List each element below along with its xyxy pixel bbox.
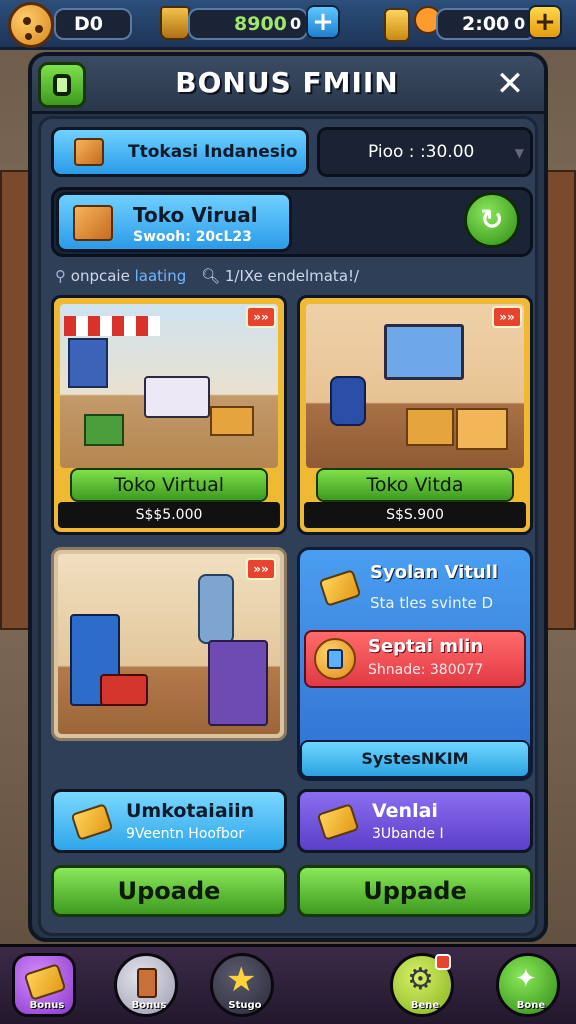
link-icon: ⚲: [55, 267, 66, 285]
door-icon: [137, 968, 157, 998]
nav-home-label: Bone: [516, 1000, 546, 1011]
upgrade-button-left[interactable]: Upoade: [51, 865, 287, 917]
plus-icon: +: [534, 7, 556, 37]
coins-value: 8900: [234, 13, 287, 35]
search-icon: 🔍︎: [201, 267, 221, 285]
nav-stugo-label: Stugo: [228, 1000, 262, 1011]
menu-icon: [53, 74, 71, 96]
refresh-icon: ↻: [480, 203, 504, 236]
shop-card-2[interactable]: »» Toko Vitda S$S.900: [297, 295, 533, 535]
timer-chip: Pioo : :30.00 ▼: [317, 127, 533, 177]
nav-settings[interactable]: ⚙ Bene: [390, 953, 454, 1017]
side-item1-sub: Sta tles svinte D: [370, 594, 494, 612]
nav-home[interactable]: ✦ Bone: [496, 953, 560, 1017]
products-illustration: [58, 554, 280, 734]
info-right: 1/IXe endelmata!/: [224, 267, 360, 285]
tag-icon: [23, 963, 67, 1001]
nav-inventory[interactable]: Bonus: [114, 953, 178, 1017]
add-coins-button[interactable]: +: [306, 5, 340, 39]
refresh-button[interactable]: ↻: [464, 192, 520, 248]
side-item2-title: Septai mlin: [368, 636, 484, 657]
inner-panel: Ttokasi Indanesio Pioo : :30.00 ▼ Toko V…: [38, 116, 538, 936]
hot-badge: »»: [246, 306, 276, 328]
gems-pill: 2:00 0: [436, 8, 536, 40]
shop-card-1-price: S$$5.000: [58, 502, 280, 528]
side-panel: Syolan Vitull Sta tles svinte D Septai m…: [297, 547, 533, 781]
region-chip[interactable]: Ttokasi Indanesio: [51, 127, 309, 177]
tag-icon: [316, 803, 360, 841]
coin-icon: [314, 638, 356, 680]
timer-label: Pioo : :30.00: [368, 142, 475, 162]
small-card-1-sub: 9Veentn Hoofbor: [126, 826, 245, 842]
notification-dot: [435, 954, 451, 970]
gems-value: 2:00: [462, 13, 510, 35]
panel-header: BONUS FMIIN ✕: [32, 56, 544, 114]
info-left: onpcaie: [70, 267, 130, 285]
info-line: ⚲ onpcaie laating 🔍︎ 1/IXe endelmata!/: [55, 267, 535, 289]
featured-row: Toko Virual Swooh: 20cL23 ↻: [51, 187, 533, 257]
hot-badge: »»: [492, 306, 522, 328]
side-item1-title: Syolan Vitull: [370, 562, 499, 583]
jar-icon: [384, 8, 410, 42]
bird-icon: ✦: [515, 964, 537, 994]
panel-title: BONUS FMIIN: [175, 66, 399, 99]
side-footer-button[interactable]: SystesNKIM: [300, 740, 530, 778]
box-icon: [74, 138, 104, 166]
shop-card-3[interactable]: »»: [51, 547, 287, 741]
small-card-2-title: Venlai: [372, 800, 438, 822]
featured-title: Toko Virual: [133, 203, 258, 227]
small-card-1-title: Umkotaiaiin: [126, 800, 255, 822]
upgrade-button-right[interactable]: Uppade: [297, 865, 533, 917]
tag-icon: [318, 569, 362, 607]
player-avatar[interactable]: [8, 2, 54, 48]
featured-subtitle: Swooh: 20cL23: [133, 229, 252, 245]
gems-suffix: 0: [514, 14, 526, 33]
top-bar: D0 8900 0 + 2:00 0 +: [0, 0, 576, 50]
shop-card-2-label: Toko Vitda: [316, 468, 514, 502]
dropdown-arrow-icon[interactable]: ▼: [515, 146, 524, 160]
side-item2[interactable]: Septai mlin Shnade: 380077: [304, 630, 526, 688]
small-card-1[interactable]: Umkotaiaiin 9Veentn Hoofbor: [51, 789, 287, 853]
plus-icon: +: [312, 7, 334, 37]
small-card-2-sub: 3Ubande I: [372, 826, 444, 842]
bucket-icon: [160, 6, 190, 40]
box-icon: [73, 205, 113, 241]
bonus-panel: BONUS FMIIN ✕ Ttokasi Indanesio Pioo : :…: [28, 52, 548, 942]
nav-stugo[interactable]: ★ Stugo: [210, 953, 274, 1017]
menu-button[interactable]: [38, 62, 86, 108]
nav-settings-label: Bene: [410, 1000, 440, 1011]
office-illustration: [306, 304, 524, 468]
coins-suffix: 0: [290, 14, 302, 33]
nav-inventory-label: Bonus: [131, 1000, 167, 1011]
hot-badge: »»: [246, 558, 276, 580]
featured-chip[interactable]: Toko Virual Swooh: 20cL23: [56, 192, 292, 252]
region-label: Ttokasi Indanesio: [128, 142, 298, 162]
small-card-2[interactable]: Venlai 3Ubande I: [297, 789, 533, 853]
store-illustration: [60, 304, 278, 468]
shop-card-1-label: Toko Virtual: [70, 468, 268, 502]
star-icon: ★: [226, 960, 257, 1000]
gear-icon: ⚙: [407, 962, 434, 997]
shop-card-1[interactable]: »» Toko Virtual S$$5.000: [51, 295, 287, 535]
nav-bonus-label: Bonus: [29, 1000, 65, 1011]
bottom-nav: Bonus Bonus ★ Stugo ⚙ Bene ✦ Bone: [0, 944, 576, 1024]
level-value: D0: [74, 13, 103, 35]
level-pill: D0: [54, 8, 132, 40]
add-gems-button[interactable]: +: [528, 5, 562, 39]
close-button[interactable]: ✕: [490, 64, 530, 104]
shop-card-2-price: S$S.900: [304, 502, 526, 528]
nav-bonus[interactable]: Bonus: [12, 953, 76, 1017]
tag-icon: [70, 803, 114, 841]
info-link[interactable]: laating: [135, 267, 187, 285]
coins-pill: 8900 0: [188, 8, 308, 40]
side-item2-sub: Shnade: 380077: [368, 662, 484, 678]
